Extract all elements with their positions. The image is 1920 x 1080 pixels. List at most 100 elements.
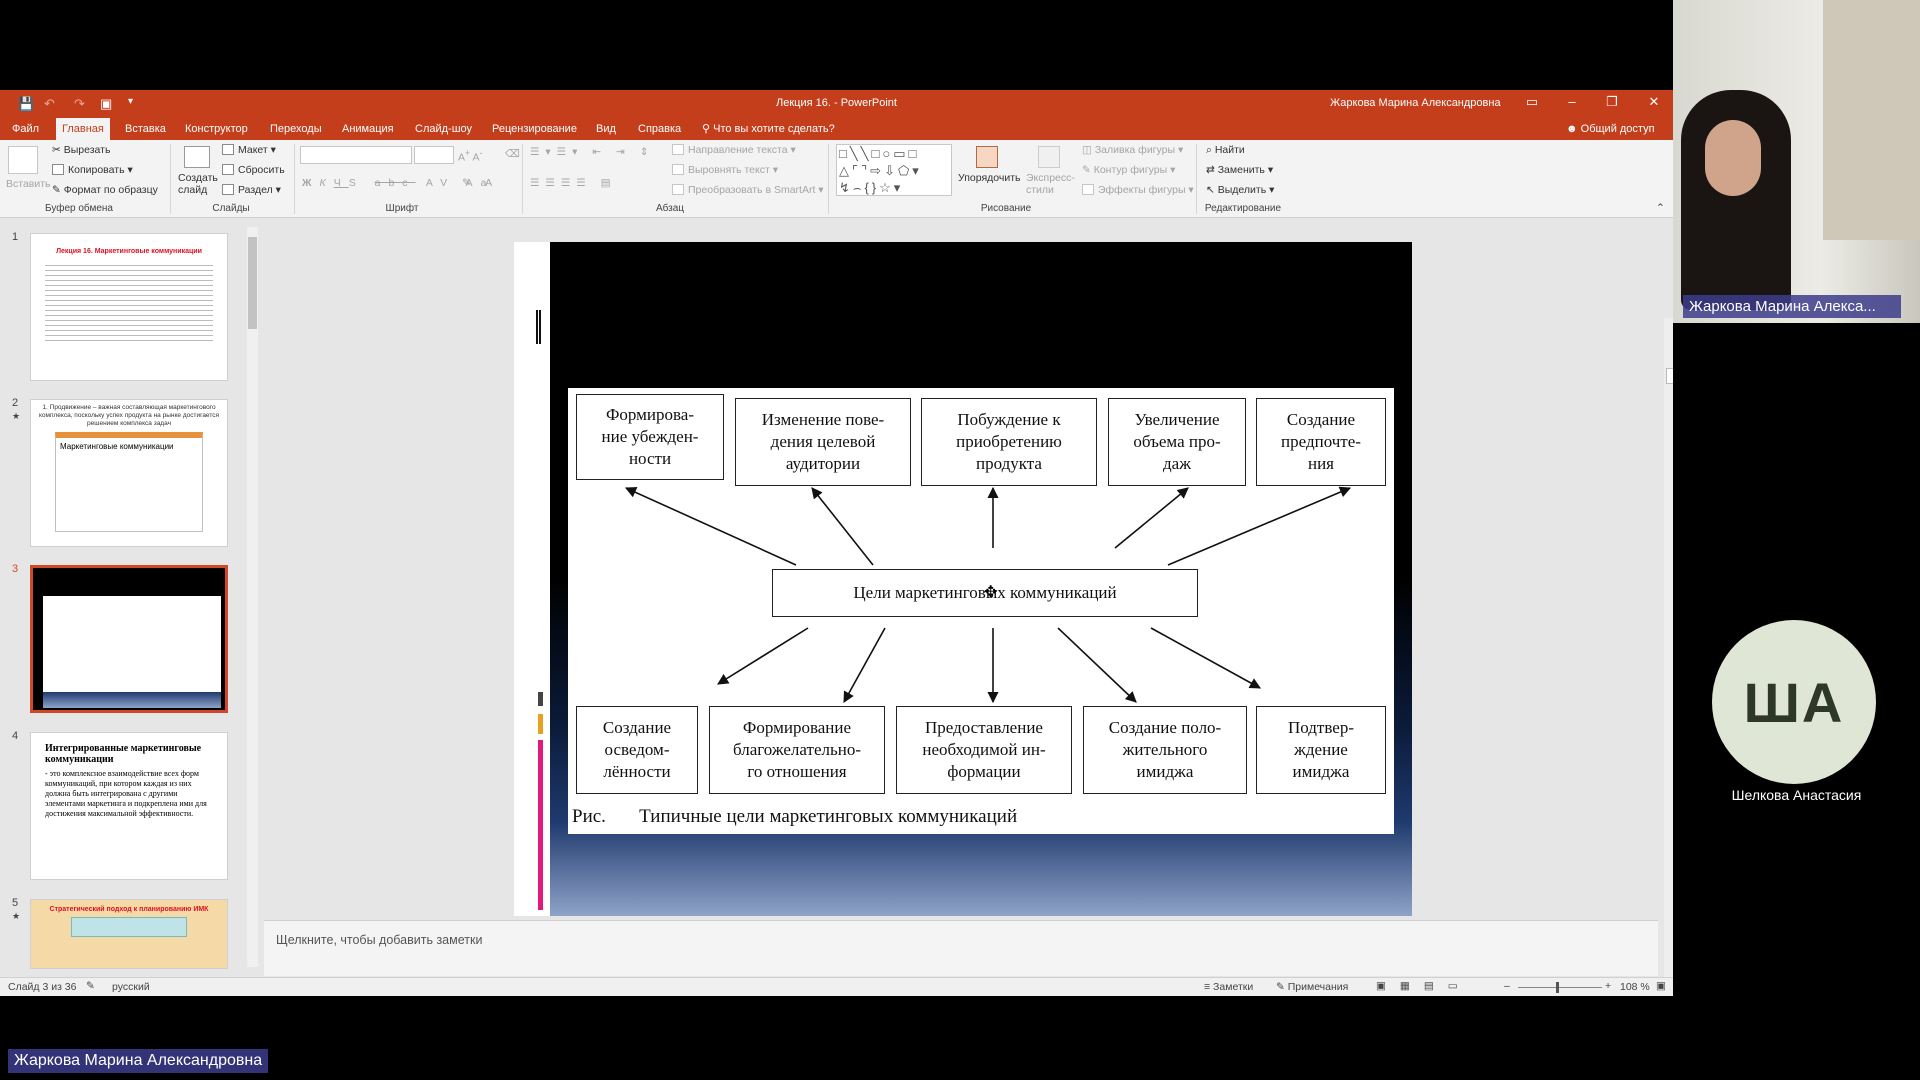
arrow: [1114, 487, 1189, 549]
current-slide[interactable]: Формирова- ние убежден- ности Изменение …: [514, 242, 1412, 916]
replace-button[interactable]: ⇄ Заменить ▾: [1206, 164, 1273, 176]
thumbnail-title: Интегрированные маркетинговые коммуникац…: [45, 743, 202, 765]
notes-pane[interactable]: Щелкните, чтобы добавить заметки: [264, 920, 1658, 976]
copy-label: Копировать: [68, 164, 125, 176]
font-size-buttons[interactable]: A+ A-: [458, 148, 482, 164]
tab-help[interactable]: Справка: [632, 118, 687, 140]
zoom-level[interactable]: 108 %: [1620, 981, 1650, 993]
arrow: [1150, 627, 1261, 689]
tab-insert[interactable]: Вставка: [119, 118, 172, 140]
presenter-video: [1673, 0, 1920, 323]
layout-button[interactable]: Макет ▾: [222, 144, 276, 156]
tab-animations[interactable]: Анимация: [336, 118, 400, 140]
goal-box-bottom-1[interactable]: Создание осведом- лённости: [576, 706, 698, 794]
goal-box-top-2[interactable]: Изменение пове- дения целевой аудитории: [735, 398, 911, 486]
group-label-font: Шрифт: [385, 203, 419, 214]
paste-button[interactable]: Вставить: [6, 178, 51, 190]
clear-format-icon[interactable]: ⌫: [505, 148, 520, 160]
section-button[interactable]: Раздел ▾: [222, 184, 281, 196]
shapes-gallery[interactable]: □╲╲□○▭□ △⌜⌝⇨⇩⬠▾ ↯⌢{}☆▾: [836, 144, 952, 196]
ribbon: Вставить ✂ Вырезать Копировать ▾ ✎ Форма…: [0, 140, 1673, 218]
zoom-slider-thumb[interactable]: [1556, 982, 1559, 993]
font-color-buttons[interactable]: ✎ A: [462, 177, 498, 189]
smartart-button[interactable]: Преобразовать в SmartArt ▾: [672, 184, 824, 196]
language-indicator[interactable]: русский: [112, 981, 150, 993]
fit-slide-icon[interactable]: ▣: [1656, 980, 1666, 992]
collapse-ribbon-icon[interactable]: ⌃: [1656, 202, 1665, 214]
tab-review[interactable]: Рецензирование: [486, 118, 583, 140]
goal-box-bottom-2[interactable]: Формирование благожелательно- го отношен…: [709, 706, 885, 794]
text-direction-button[interactable]: Направление текста ▾: [672, 144, 796, 156]
format-painter-button[interactable]: ✎ Формат по образцу: [52, 184, 158, 196]
notes-placeholder[interactable]: Щелкните, чтобы добавить заметки: [276, 933, 482, 947]
new-slide-button[interactable]: Создать слайд: [178, 172, 218, 196]
slide-thumbnail-3[interactable]: [30, 565, 228, 713]
tab-file[interactable]: Файл: [6, 118, 45, 140]
participant-name: Шелкова Анастасия: [1731, 787, 1862, 803]
paste-icon: [8, 146, 38, 174]
copy-button[interactable]: Копировать ▾: [52, 164, 133, 176]
align-text-button[interactable]: Выровнять текст ▾: [672, 164, 778, 176]
select-button[interactable]: ↖ Выделить ▾: [1206, 184, 1274, 196]
share-button[interactable]: ☻ Общий доступ: [1560, 118, 1661, 140]
notes-toggle-label: Заметки: [1213, 981, 1254, 993]
thumbnail-number: 4: [12, 730, 19, 742]
quick-styles-button[interactable]: Экспресс-стили: [1026, 172, 1075, 196]
reset-button[interactable]: Сбросить: [222, 164, 285, 176]
tell-me-box[interactable]: ⚲ Что вы хотите сделать?: [696, 118, 841, 140]
minimize-button[interactable]: –: [1562, 94, 1582, 109]
notes-toggle[interactable]: ≡ Заметки: [1204, 981, 1253, 993]
ribbon-display-icon[interactable]: ▭: [1522, 94, 1542, 110]
cut-button[interactable]: ✂ Вырезать: [52, 144, 110, 156]
zoom-out-button[interactable]: –: [1504, 980, 1510, 992]
maximize-button[interactable]: ❐: [1602, 94, 1622, 110]
tab-design[interactable]: Конструктор: [179, 118, 254, 140]
goal-box-top-4[interactable]: Увеличение объема про- даж: [1108, 398, 1246, 486]
shape-outline-button[interactable]: ✎ Контур фигуры ▾: [1082, 164, 1175, 176]
shape-effects-button[interactable]: Эффекты фигуры ▾: [1082, 184, 1194, 196]
shape-effects-icon: [1082, 184, 1094, 195]
align-buttons[interactable]: ☰☰☰☰ ▤: [530, 177, 617, 189]
thumbnail-inner: Маркетинговые коммуникации: [55, 432, 203, 532]
goal-box-bottom-3[interactable]: Предоставление необходимой ин- формации: [896, 706, 1072, 794]
tell-me-label: Что вы хотите сделать?: [713, 123, 835, 135]
account-name[interactable]: Жаркова Марина Александровна: [1330, 97, 1501, 109]
font-size-field[interactable]: [414, 146, 454, 164]
tab-transitions[interactable]: Переходы: [264, 118, 328, 140]
slide-thumbnail-5[interactable]: Стратегический подход к планированию ИМК: [30, 899, 228, 969]
scroll-thumb[interactable]: [1666, 368, 1673, 384]
shape-fill-button[interactable]: ◫ Заливка фигуры ▾: [1082, 144, 1183, 156]
find-button[interactable]: ⌕ Найти: [1206, 144, 1245, 157]
tab-view[interactable]: Вид: [590, 118, 622, 140]
zoom-in-button[interactable]: +: [1605, 980, 1611, 992]
arrow: [624, 487, 797, 566]
goal-box-top-1[interactable]: Формирова- ние убежден- ности: [576, 394, 724, 480]
close-button[interactable]: ✕: [1644, 94, 1664, 110]
scroll-thumb[interactable]: [248, 237, 257, 329]
arrow: [811, 487, 874, 566]
new-slide-icon: [184, 146, 210, 168]
thumbnail-scrollbar[interactable]: [247, 227, 258, 967]
tab-slideshow[interactable]: Слайд-шоу: [409, 118, 478, 140]
zoom-slider[interactable]: [1518, 987, 1602, 988]
arrange-button[interactable]: Упорядочить: [958, 172, 1020, 184]
group-separator: [828, 144, 829, 214]
slide-thumbnail-2[interactable]: 1. Продвижение – важная составляющая мар…: [30, 399, 228, 547]
view-buttons[interactable]: ▣▦▤▭: [1376, 980, 1472, 992]
participant-avatar: ША: [1712, 620, 1876, 784]
active-speaker-label: Жаркова Марина Александровна: [8, 1049, 269, 1073]
goal-box-top-5[interactable]: Создание предпочте- ния: [1256, 398, 1386, 486]
status-bar: Слайд 3 из 36 ✎ русский ≡ Заметки ✎ Прим…: [0, 977, 1673, 996]
spellcheck-icon[interactable]: ✎: [86, 980, 95, 992]
goal-box-top-3[interactable]: Побуждение к приобретению продукта: [921, 398, 1097, 486]
tab-home[interactable]: Главная: [56, 118, 110, 140]
group-separator: [294, 144, 295, 214]
slide-thumbnail-1[interactable]: Лекция 16. Маркетинговые коммуникации: [30, 233, 228, 381]
font-name-field[interactable]: [300, 146, 412, 164]
goal-box-bottom-5[interactable]: Подтвер- ждение имиджа: [1256, 706, 1386, 794]
comments-toggle[interactable]: ✎ Примечания: [1276, 981, 1348, 993]
goal-box-bottom-4[interactable]: Создание поло- жительного имиджа: [1083, 706, 1247, 794]
slide-thumbnail-4[interactable]: Интегрированные маркетинговые коммуникац…: [30, 732, 228, 880]
list-buttons[interactable]: ☰▾☰▾ ⇤ ⇥ ⇕: [530, 146, 655, 158]
slide-scrollbar[interactable]: [1664, 318, 1673, 996]
